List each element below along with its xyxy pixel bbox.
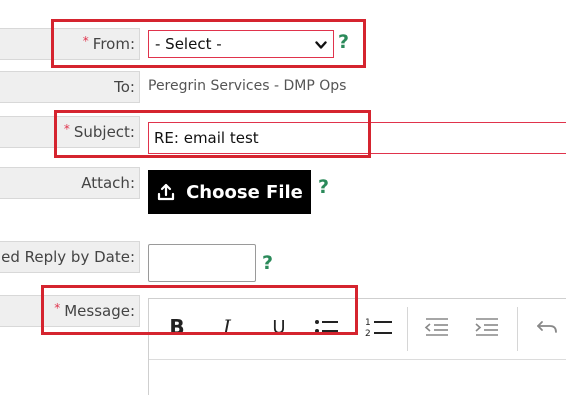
bold-icon: B <box>169 315 185 339</box>
subject-label-cell: * Subject: <box>0 116 140 148</box>
outdent-button[interactable] <box>423 313 451 341</box>
chevron-down-icon <box>315 41 327 49</box>
to-value: Peregrin Services - DMP Ops <box>148 78 347 94</box>
numbered-list-button[interactable]: 1 2 <box>365 313 393 341</box>
undo-icon <box>537 321 557 333</box>
required-marker: * <box>63 122 70 136</box>
italic-button[interactable]: I <box>213 313 241 341</box>
underline-button[interactable]: U <box>265 313 293 341</box>
attach-help-icon[interactable]: ? <box>318 176 329 198</box>
reply-by-help-icon[interactable]: ? <box>262 252 273 274</box>
reply-by-date-label-cell: ed Reply by Date: <box>0 241 140 273</box>
editor-toolbar: B I U 1 2 <box>149 299 566 359</box>
indent-button[interactable] <box>473 313 501 341</box>
reply-by-date-label: ed Reply by Date: <box>1 248 135 266</box>
upload-icon <box>157 183 175 201</box>
message-label-cell: * Message: <box>0 295 140 327</box>
required-marker: * <box>54 301 61 315</box>
from-select[interactable]: - Select - <box>148 30 334 58</box>
to-label: To: <box>114 78 135 96</box>
svg-text:2: 2 <box>365 329 371 338</box>
choose-file-label: Choose File <box>186 181 303 203</box>
undo-button[interactable] <box>533 313 561 341</box>
subject-value: RE: email test <box>154 129 259 147</box>
attach-label: Attach: <box>81 174 135 192</box>
svg-text:1: 1 <box>365 318 371 328</box>
toolbar-separator <box>407 307 408 351</box>
from-help-icon[interactable]: ? <box>338 31 349 53</box>
choose-file-button[interactable]: Choose File <box>148 170 311 214</box>
from-label: From: <box>92 35 135 53</box>
bold-button[interactable]: B <box>163 313 191 341</box>
from-selected-value: - Select - <box>155 35 222 53</box>
toolbar-separator <box>517 307 518 351</box>
message-editor[interactable]: B I U 1 2 <box>148 298 566 395</box>
editor-toolbar-divider <box>149 359 566 360</box>
required-marker: * <box>82 34 89 48</box>
indent-icon <box>475 318 498 336</box>
bullet-list-icon <box>315 320 338 333</box>
bullet-list-button[interactable] <box>313 313 341 341</box>
outdent-icon <box>424 318 448 336</box>
numbered-list-icon: 1 2 <box>365 318 392 338</box>
underline-icon: U <box>272 316 286 338</box>
from-label-cell: * From: <box>0 28 140 60</box>
reply-by-date-input[interactable] <box>148 244 256 282</box>
subject-input[interactable]: RE: email test <box>148 122 566 154</box>
subject-label: Subject: <box>73 123 135 141</box>
message-label: Message: <box>64 302 135 320</box>
attach-label-cell: Attach: <box>0 167 140 199</box>
italic-icon: I <box>223 315 231 339</box>
to-label-cell: To: <box>0 71 140 103</box>
